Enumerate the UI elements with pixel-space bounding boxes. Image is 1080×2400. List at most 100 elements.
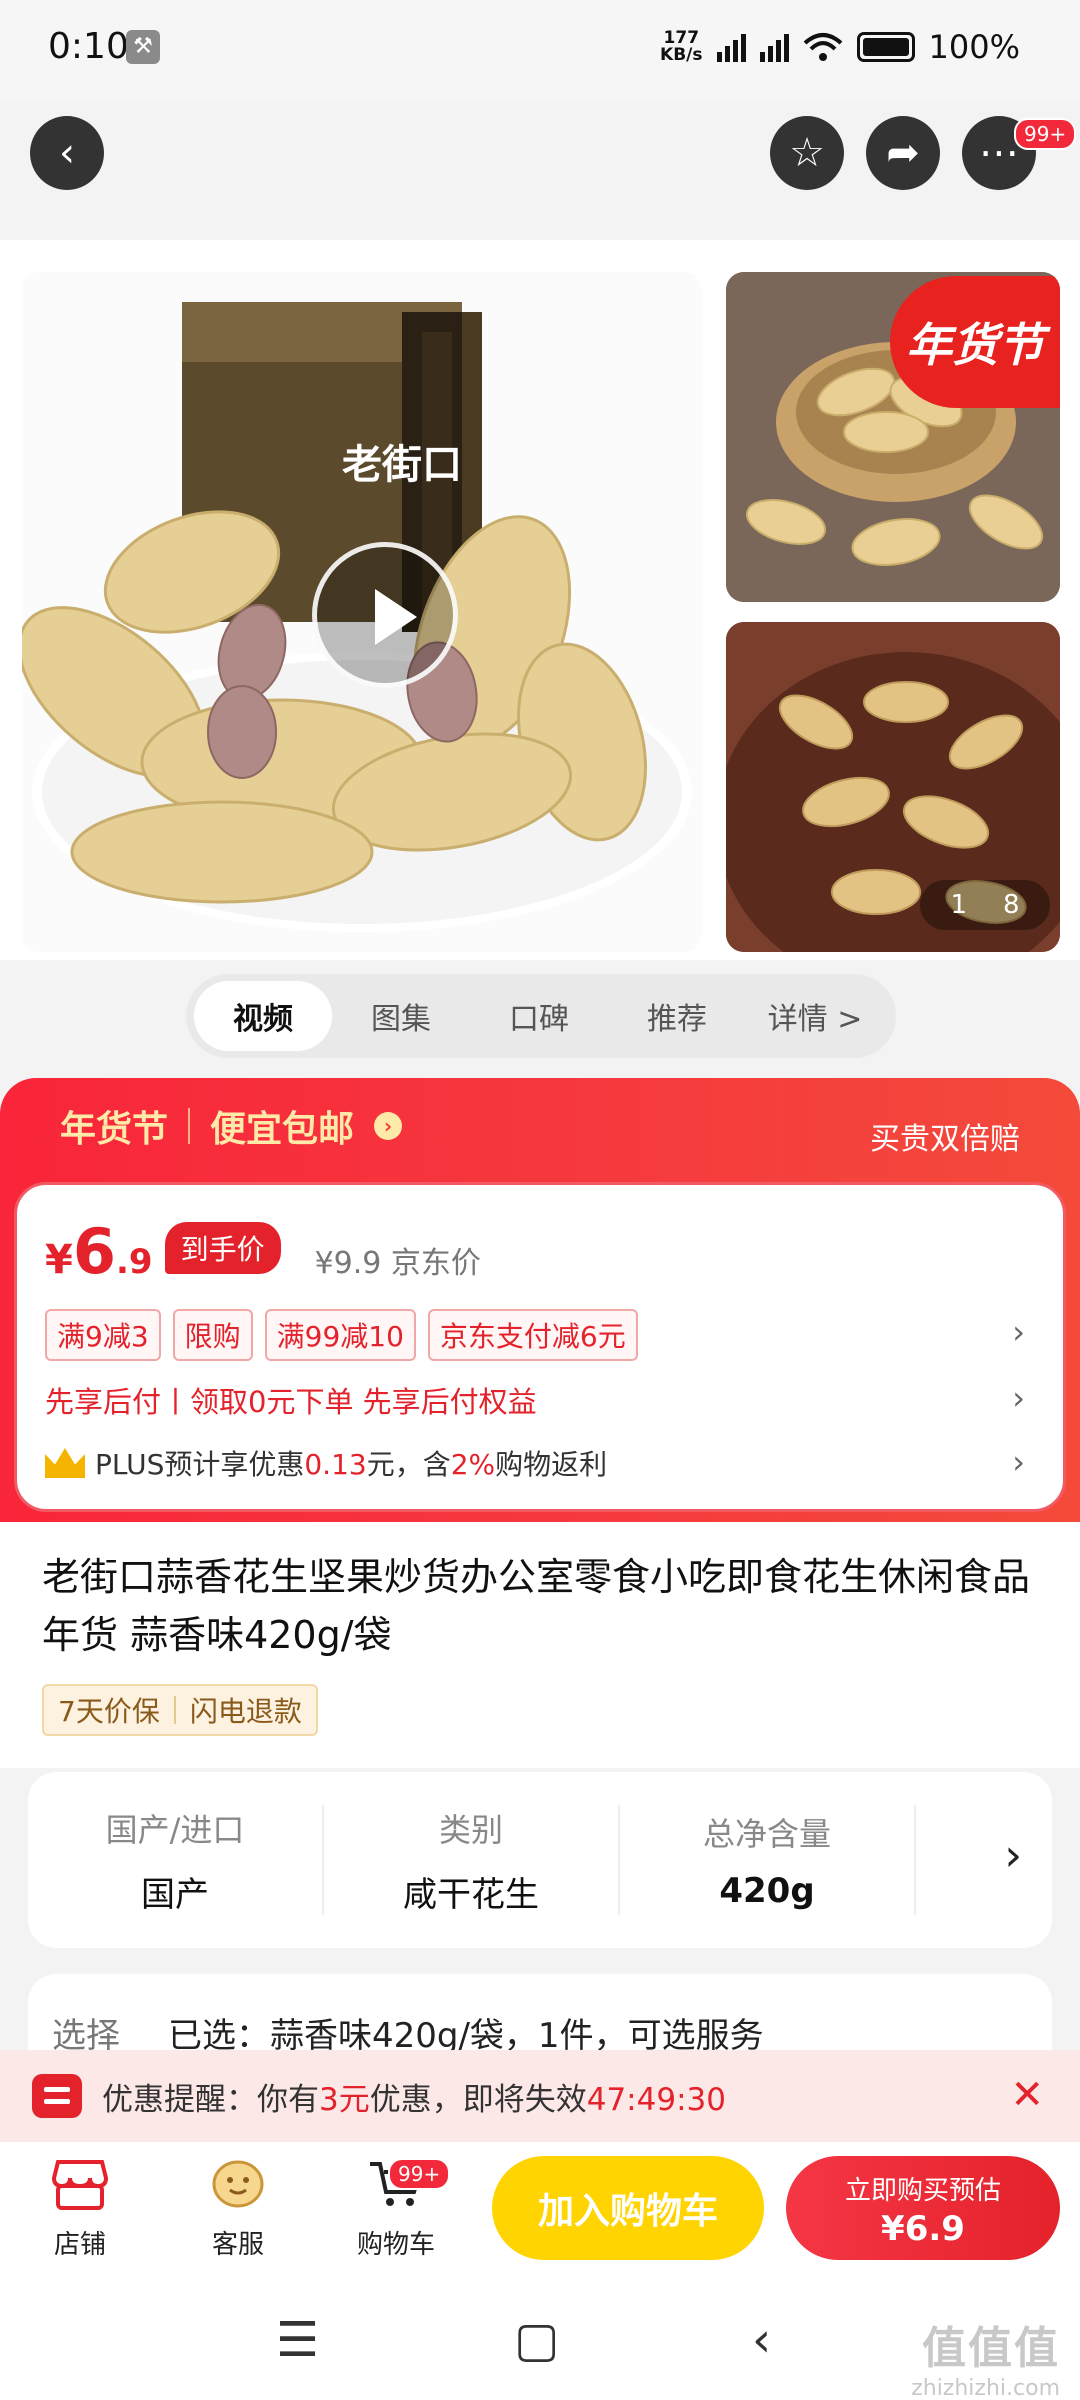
thumbnail-1[interactable]: 年货节	[726, 272, 1060, 602]
star-icon: ☆	[789, 130, 825, 176]
plus-suffix: 购物返利	[495, 1448, 608, 1481]
content-tab-bar: 视频 图集 口碑 推荐 详情 >	[186, 974, 896, 1058]
final-price-tag: 到手价	[164, 1222, 281, 1274]
guarantee-fast-refund: 闪电退款	[189, 1695, 302, 1728]
spec-label: 总净含量	[702, 1815, 831, 1853]
tab-recommend[interactable]: 推荐	[608, 981, 746, 1051]
buy-now-button[interactable]: 立即购买预估 ¥6.9	[786, 2156, 1060, 2260]
buy-now-label: 立即购买预估	[844, 2176, 1001, 2206]
spec-value: 国产	[141, 1874, 209, 1915]
cart-badge: 99+	[388, 2158, 451, 2190]
guarantee-tags[interactable]: 7天价保 闪电退款	[42, 1684, 318, 1736]
reminder-countdown: 47:49:30	[586, 2081, 726, 2118]
wrench-icon: ⚒	[126, 30, 160, 64]
chevron-right-icon[interactable]: ›	[1012, 1379, 1025, 1417]
plus-mid: 元，含	[366, 1448, 451, 1481]
home-icon[interactable]: ▢	[514, 2312, 559, 2368]
original-price: ¥9.9 京东价	[314, 1246, 481, 1281]
price-guarantee[interactable]: 买贵双倍赔	[870, 1114, 1020, 1158]
product-info: 老街口蒜香花生坚果炒货办公室零食小吃即食花生休闲食品年货 蒜香味420g/袋 7…	[0, 1522, 1080, 1768]
tab-details[interactable]: 详情 >	[746, 981, 884, 1051]
main-product-image[interactable]: 老街口	[22, 272, 702, 952]
promo-card: 年货节 便宜包邮 › 买贵双倍赔 ¥ 6 .9 到手价 ¥9.9 京东价 满9减…	[0, 1078, 1080, 1523]
plus-text: PLUS预计享优惠0.13元，含2%购物返利	[95, 1443, 607, 1483]
price-decimal: .9	[115, 1242, 153, 1282]
reminder-prefix: 优惠提醒：你有	[102, 2081, 319, 2118]
coupon-icon	[32, 2074, 82, 2118]
wifi-icon	[803, 33, 842, 61]
spec-category: 类别 咸干花生	[324, 1805, 620, 1915]
reminder-mid: 优惠，即将失效	[369, 2081, 587, 2118]
promo-divider	[188, 1108, 191, 1144]
add-to-cart-button[interactable]: 加入购物车	[492, 2156, 764, 2260]
product-gallery[interactable]: 老街口 年货节 1 8	[0, 240, 1080, 960]
watermark-main: 值值值	[922, 2323, 1060, 2374]
promo-festival: 年货节	[60, 1109, 169, 1150]
tab-gallery[interactable]: 图集	[332, 981, 470, 1051]
image-counter-current: 1	[950, 890, 967, 920]
plus-amount: 0.13	[304, 1448, 367, 1481]
share-icon: ➦	[886, 130, 920, 176]
spec-net-weight: 总净含量 420g	[620, 1805, 916, 1915]
price-integer: 6	[72, 1215, 116, 1288]
watermark: 值值值 zhizhizhi.com	[911, 2312, 1060, 2400]
favorite-button[interactable]: ☆	[770, 116, 844, 190]
price-panel: ¥ 6 .9 到手价 ¥9.9 京东价 满9减3 限购 满99减10 京东支付减…	[14, 1182, 1066, 1512]
spec-value: 420g	[719, 1871, 815, 1911]
battery-percent: 100%	[928, 28, 1020, 66]
spec-panel[interactable]: 国产/进口 国产 类别 咸干花生 总净含量 420g ›	[28, 1772, 1052, 1948]
discount-reminder[interactable]: 优惠提醒：你有3元优惠，即将失效47:49:30 ✕	[0, 2050, 1080, 2142]
image-counter: 1 8	[920, 880, 1050, 930]
plus-row[interactable]: PLUS预计享优惠0.13元，含2%购物返利	[45, 1443, 607, 1483]
price-symbol: ¥	[45, 1237, 73, 1283]
image-counter-total: 8	[1003, 890, 1020, 920]
system-nav-bar: ☰ ▢ ‹ 值值值 zhizhizhi.com	[0, 2282, 1080, 2400]
bottom-action-bar: 店铺 客服 购物车 99+ 加入购物车 立即购买预估 ¥6.9	[0, 2142, 1080, 2282]
coupon-row[interactable]: 满9减3 限购 满99减10 京东支付减6元	[45, 1309, 638, 1361]
chevron-left-icon: ‹	[59, 130, 75, 176]
price-row: ¥ 6 .9 到手价 ¥9.9 京东价	[45, 1215, 481, 1288]
coupon-tag: 京东支付减6元	[427, 1309, 638, 1361]
coupon-tag: 满99减10	[264, 1309, 416, 1361]
chevron-right-icon[interactable]: ›	[1012, 1443, 1025, 1481]
signal-icon-2	[759, 32, 789, 62]
pay-later-row[interactable]: 先享后付丨领取0元下单 先享后付权益	[45, 1379, 537, 1421]
brand-logo: 老街口	[342, 441, 462, 488]
status-bar: 0:10 ⚒ 177 KB/s 100%	[0, 0, 1080, 100]
shop-button[interactable]: 店铺	[20, 2156, 140, 2261]
status-time: 0:10	[48, 26, 129, 67]
share-button[interactable]: ➦	[866, 116, 940, 190]
play-video-button[interactable]	[312, 542, 458, 688]
watermark-sub: zhizhizhi.com	[911, 2376, 1060, 2400]
spec-origin: 国产/进口 国产	[28, 1805, 324, 1915]
plus-percent: 2%	[450, 1448, 496, 1481]
customer-service-button[interactable]: 客服	[178, 2156, 298, 2261]
battery-icon	[856, 32, 915, 62]
menu-icon[interactable]: ☰	[276, 2312, 319, 2368]
tab-video[interactable]: 视频	[194, 981, 332, 1051]
coupon-tag: 满9减3	[45, 1309, 161, 1361]
cart-label: 购物车	[356, 2230, 435, 2260]
back-nav-icon[interactable]: ‹	[752, 2312, 771, 2368]
promo-free-shipping: 便宜包邮	[210, 1109, 355, 1150]
net-speed: 177 KB/s	[660, 30, 702, 64]
guarantee-price-protect: 7天价保	[58, 1695, 160, 1728]
plus-prefix: PLUS预计享优惠	[95, 1448, 305, 1481]
more-badge: 99+	[1014, 118, 1077, 150]
festival-badge: 年货节	[890, 276, 1060, 408]
buy-now-price: ¥6.9	[881, 2209, 965, 2249]
chevron-right-icon[interactable]: ›	[1004, 1830, 1022, 1881]
back-button[interactable]: ‹	[30, 116, 104, 190]
chevron-right-icon[interactable]: ›	[1012, 1313, 1025, 1351]
close-icon[interactable]: ✕	[1010, 2072, 1044, 2118]
more-icon: ⋯	[979, 130, 1019, 176]
service-label: 客服	[211, 2230, 264, 2260]
tab-reviews[interactable]: 口碑	[470, 981, 608, 1051]
spec-value: 咸干花生	[403, 1874, 539, 1915]
customer-service-icon	[212, 2160, 264, 2208]
crown-icon	[45, 1448, 85, 1478]
status-right: 177 KB/s 100%	[660, 28, 1020, 66]
promo-headline[interactable]: 年货节 便宜包邮 ›	[60, 1100, 403, 1152]
product-title: 老街口蒜香花生坚果炒货办公室零食小吃即食花生休闲食品年货 蒜香味420g/袋	[42, 1555, 1031, 1657]
spec-label: 类别	[438, 1810, 503, 1849]
